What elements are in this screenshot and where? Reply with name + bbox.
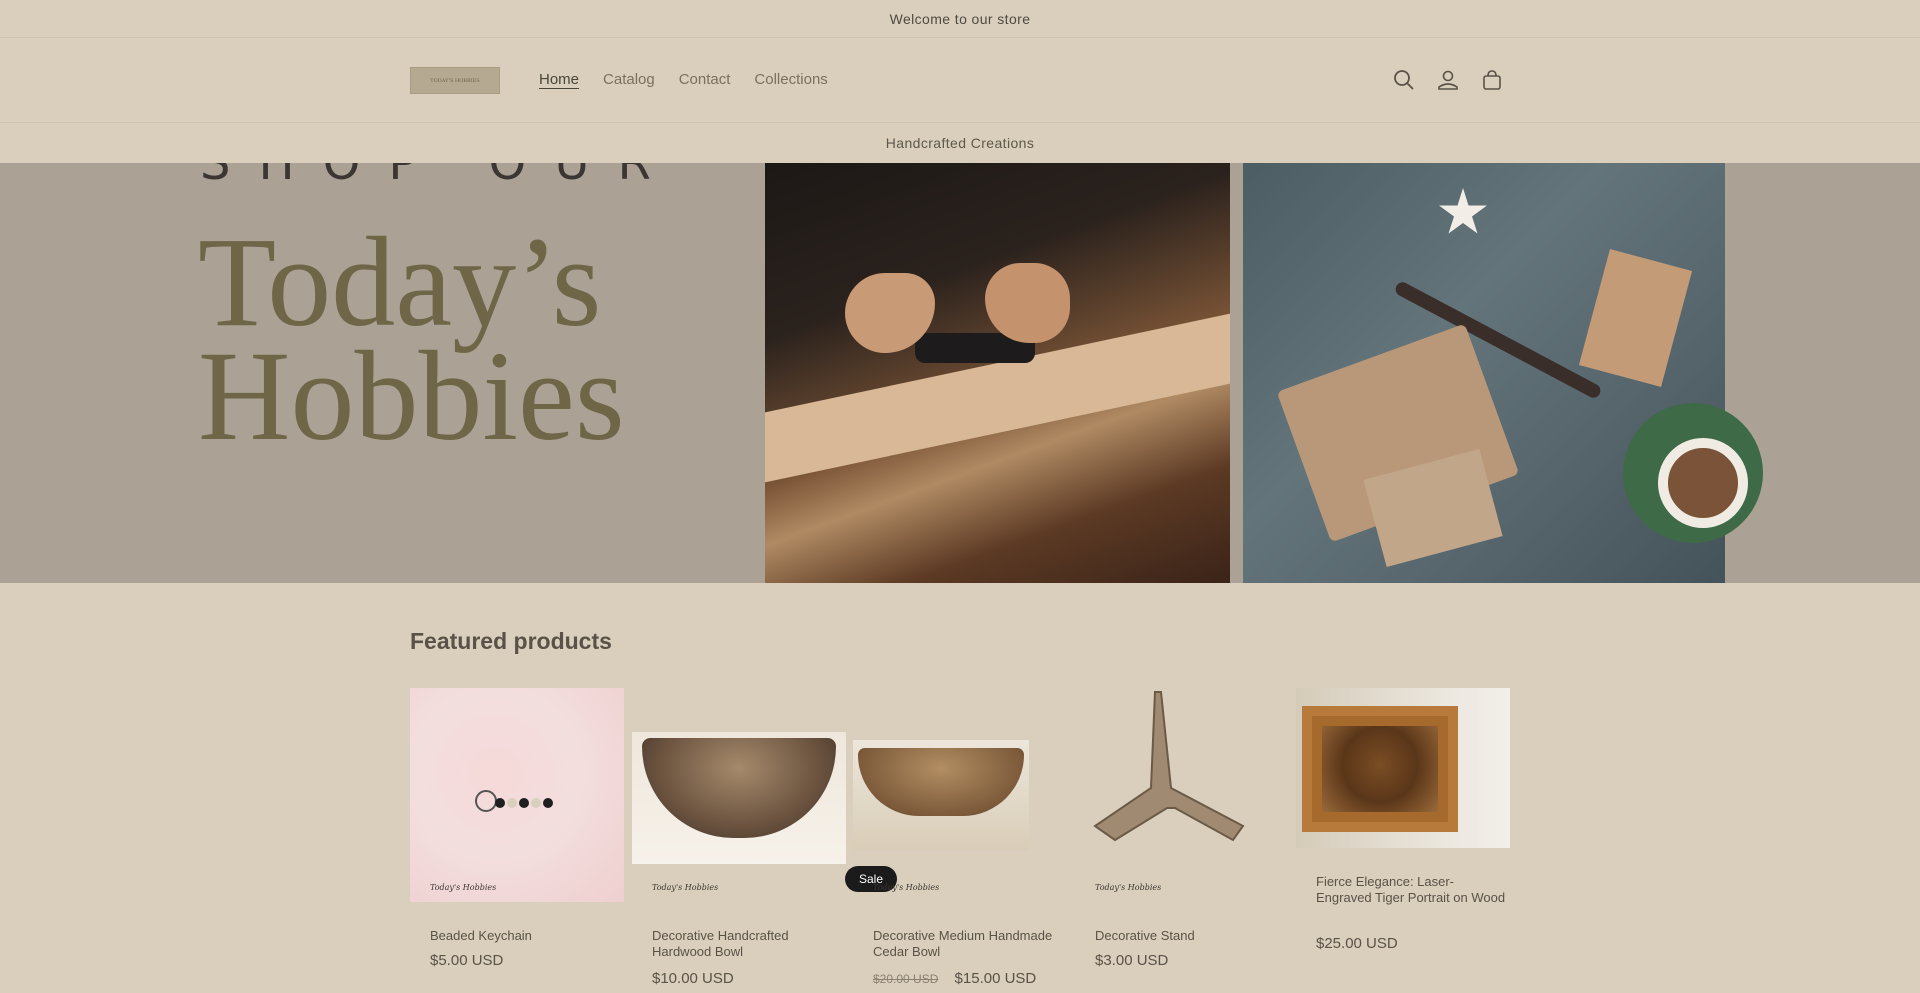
brand-mark: Today's Hobbies: [430, 883, 497, 892]
product-price: $10.00 USD: [652, 970, 734, 987]
hero-title: Today’s Hobbies: [198, 211, 625, 467]
hero-title-line2: Hobbies: [198, 325, 625, 467]
gift-wrapping-image: [1243, 163, 1763, 583]
product-image[interactable]: [1075, 688, 1289, 902]
product-title[interactable]: Decorative Stand: [1095, 928, 1285, 944]
product-title[interactable]: Decorative Handcrafted Hardwood Bowl: [652, 928, 842, 960]
stand-icon: [1093, 691, 1245, 842]
hero-banner[interactable]: SHOP OUR Today’s Hobbies: [0, 163, 1920, 583]
featured-heading: Featured products: [410, 628, 612, 654]
product-price: $3.00 USD: [1095, 952, 1169, 969]
sale-price: $15.00 USD: [954, 970, 1037, 987]
header-icons: [1392, 68, 1504, 92]
product-price: $25.00 USD: [1316, 935, 1398, 952]
search-icon[interactable]: [1392, 68, 1416, 92]
original-price: $20.00 USD: [873, 972, 939, 986]
brand-mark: Today's Hobbies: [1095, 883, 1162, 892]
main-nav: Home Catalog Contact Collections: [539, 71, 828, 88]
brand-mark: Today's Hobbies: [652, 883, 719, 892]
woodworking-image: [765, 163, 1230, 583]
nav-home[interactable]: Home: [539, 71, 579, 88]
subheader-bar: Handcrafted Creations: [0, 123, 1920, 162]
brand-mark: Today's Hobbies: [873, 883, 940, 892]
cart-icon[interactable]: [1480, 68, 1504, 92]
logo-text: TODAY'S HOBBIES: [430, 77, 480, 84]
product-image[interactable]: [632, 688, 846, 902]
product-image[interactable]: [410, 688, 624, 902]
product-title[interactable]: Decorative Medium Handmade Cedar Bowl: [873, 928, 1063, 960]
announcement-bar: Welcome to our store: [0, 0, 1920, 38]
product-image[interactable]: [1296, 688, 1510, 902]
product-title[interactable]: Beaded Keychain: [430, 928, 620, 944]
account-icon[interactable]: [1436, 68, 1460, 92]
keychain-icon: [475, 790, 553, 812]
nav-contact[interactable]: Contact: [679, 71, 731, 88]
announcement-text: Welcome to our store: [889, 10, 1031, 27]
nav-collections[interactable]: Collections: [754, 71, 827, 88]
subheader-text: Handcrafted Creations: [885, 134, 1035, 151]
product-price: $20.00 USD $15.00 USD: [873, 970, 1036, 987]
product-price: $5.00 USD: [430, 952, 504, 969]
hero-eyebrow: SHOP OUR: [200, 163, 679, 191]
store-logo[interactable]: TODAY'S HOBBIES: [410, 67, 500, 94]
hero-title-line1: Today’s: [198, 211, 602, 353]
nav-catalog[interactable]: Catalog: [603, 71, 655, 88]
site-header: TODAY'S HOBBIES Home Catalog Contact Col…: [0, 38, 1920, 123]
product-title[interactable]: Fierce Elegance: Laser-Engraved Tiger Po…: [1316, 874, 1506, 906]
